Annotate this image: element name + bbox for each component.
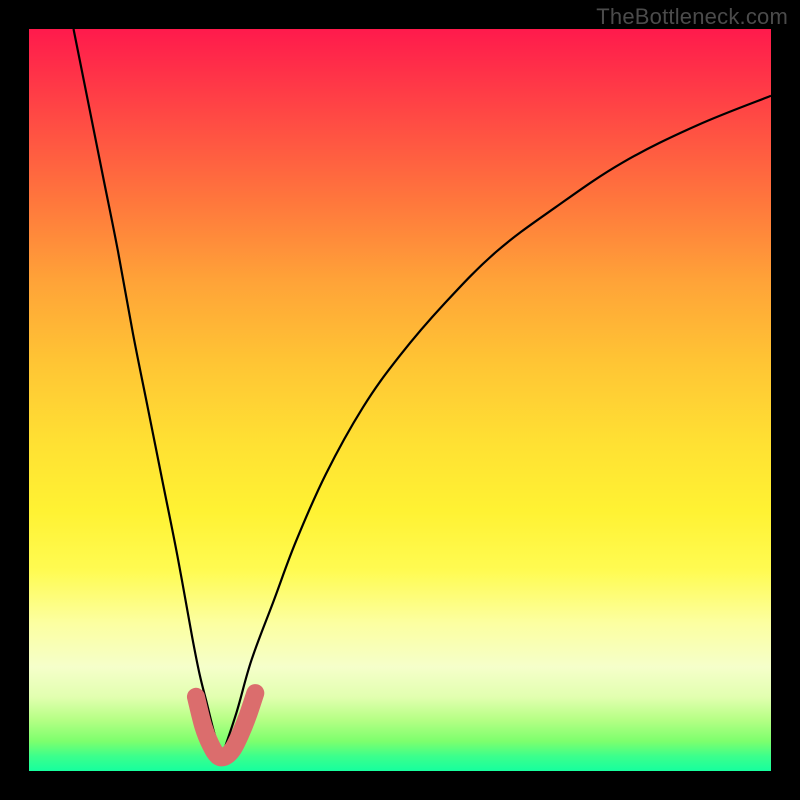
curve-left — [74, 29, 222, 756]
plot-area — [29, 29, 771, 771]
chart-frame: TheBottleneck.com — [0, 0, 800, 800]
watermark-text: TheBottleneck.com — [596, 4, 788, 30]
curve-right — [222, 96, 771, 756]
valley-highlight — [196, 693, 255, 757]
curve-layer — [29, 29, 771, 771]
